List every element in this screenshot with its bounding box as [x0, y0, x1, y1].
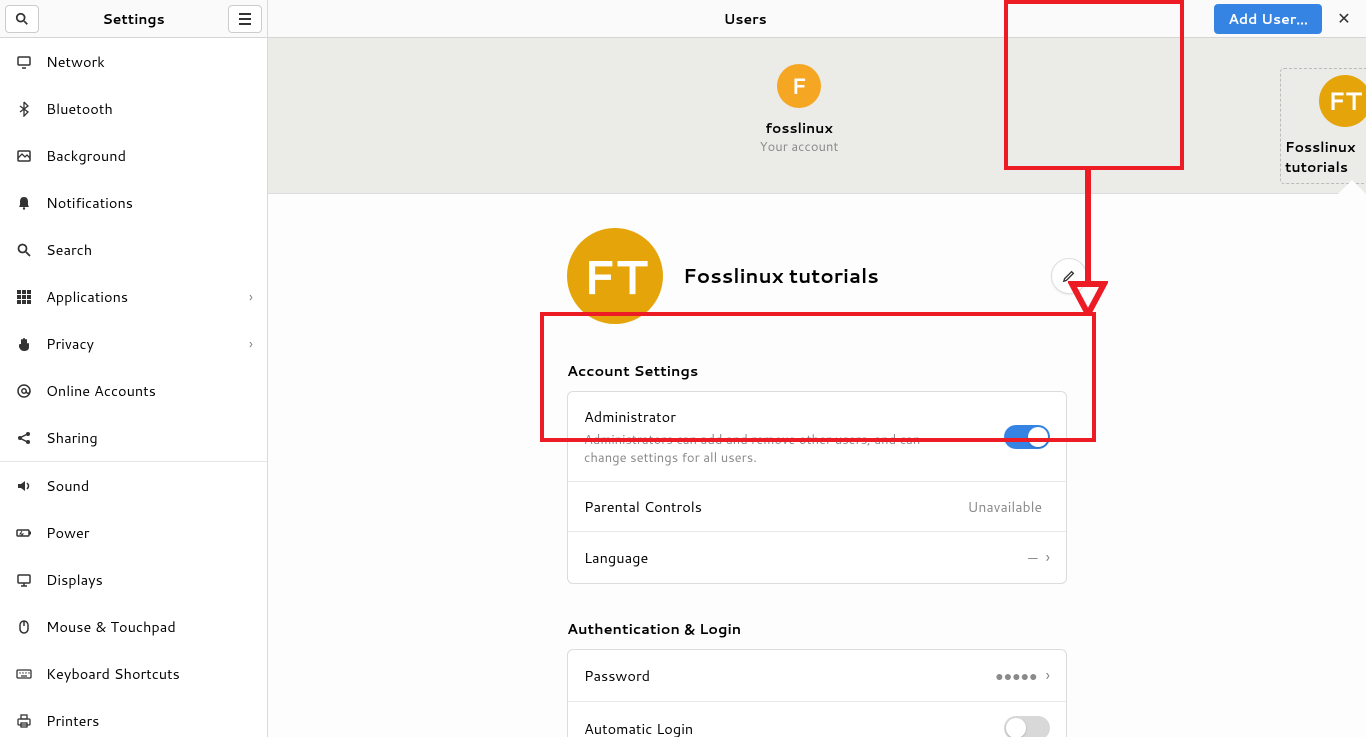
sidebar-item-label: Printers [46, 710, 253, 731]
sidebar-header: Settings [0, 0, 267, 38]
main-panel: Users Add User… ✕ F fosslinux Your accou… [268, 0, 1366, 737]
sidebar-item-privacy[interactable]: Privacy› [0, 320, 267, 367]
close-icon: ✕ [1337, 7, 1350, 30]
sidebar-title: Settings [44, 9, 223, 29]
bluetooth-icon [14, 99, 34, 119]
selection-pointer [1338, 180, 1366, 194]
sidebar-item-label: Privacy [46, 333, 249, 354]
row-title: Language [584, 547, 1028, 568]
sidebar-item-mouse[interactable]: Mouse & Touchpad [0, 603, 267, 650]
sidebar-item-label: Mouse & Touchpad [46, 616, 253, 637]
row-administrator: Administrator Administrators can add and… [568, 392, 1066, 481]
row-title: Automatic Login [584, 718, 1004, 737]
row-password[interactable]: Password ●●●●● › [568, 650, 1066, 701]
user-tile-fosslinux-tutorials[interactable]: FT Fosslinux tutorials [1280, 68, 1366, 184]
sidebar-item-label: Applications [46, 286, 249, 307]
grid-icon [14, 287, 34, 307]
section-heading-account: Account Settings [567, 360, 1067, 381]
sidebar-item-label: Displays [46, 569, 253, 590]
search-button[interactable] [5, 5, 39, 33]
row-parental-controls[interactable]: Parental Controls Unavailable [568, 481, 1066, 531]
monitor-icon [14, 570, 34, 590]
sidebar-item-label: Power [46, 522, 253, 543]
profile-name: Fosslinux tutorials [683, 262, 879, 290]
sidebar: Settings Network Bluetooth Background No… [0, 0, 268, 737]
users-strip: F fosslinux Your account FT Fosslinux tu… [268, 38, 1366, 194]
row-value: ●●●●● [995, 666, 1037, 686]
hamburger-button[interactable] [228, 5, 262, 33]
row-description: Administrators can add and remove other … [584, 431, 964, 467]
row-title: Administrator [584, 406, 1004, 427]
auth-login-card: Password ●●●●● › Automatic Login [567, 649, 1067, 737]
search-icon [15, 12, 29, 26]
mouse-icon [14, 617, 34, 637]
sidebar-item-background[interactable]: Background [0, 132, 267, 179]
sidebar-item-online-accounts[interactable]: Online Accounts [0, 367, 267, 414]
sidebar-item-label: Search [46, 239, 253, 260]
user-tile-name: fosslinux [765, 118, 832, 138]
row-title: Parental Controls [584, 496, 968, 517]
row-automatic-login: Automatic Login [568, 701, 1066, 737]
profile-header: FT Fosslinux tutorials [567, 228, 1067, 324]
row-language[interactable]: Language — › [568, 531, 1066, 583]
administrator-toggle[interactable] [1004, 425, 1050, 449]
chevron-right-icon: › [1046, 664, 1050, 687]
chevron-right-icon: › [249, 286, 253, 307]
edit-profile-button[interactable] [1051, 258, 1087, 294]
page-title: Users [276, 9, 1214, 29]
profile-avatar[interactable]: FT [567, 228, 663, 324]
battery-icon [14, 523, 34, 543]
close-button[interactable]: ✕ [1330, 7, 1358, 30]
sidebar-item-printers[interactable]: Printers [0, 697, 267, 737]
chevron-right-icon: › [1046, 546, 1050, 569]
sidebar-item-label: Notifications [46, 192, 253, 213]
add-user-button[interactable]: Add User… [1214, 4, 1322, 34]
search-icon [14, 240, 34, 260]
content-area: FT Fosslinux tutorials Account Settings … [268, 194, 1366, 737]
sidebar-item-network[interactable]: Network [0, 38, 267, 85]
sidebar-item-label: Bluetooth [46, 98, 253, 119]
sidebar-item-applications[interactable]: Applications› [0, 273, 267, 320]
background-icon [14, 146, 34, 166]
sidebar-item-label: Background [46, 145, 253, 166]
sidebar-item-search[interactable]: Search [0, 226, 267, 273]
avatar: F [777, 64, 821, 108]
sidebar-item-sharing[interactable]: Sharing [0, 414, 267, 461]
automatic-login-toggle[interactable] [1004, 716, 1050, 737]
sidebar-list: Network Bluetooth Background Notificatio… [0, 38, 267, 737]
sidebar-item-label: Sharing [46, 427, 253, 448]
share-icon [14, 428, 34, 448]
avatar: FT [1319, 75, 1366, 127]
main-header: Users Add User… ✕ [268, 0, 1366, 38]
chevron-right-icon: › [249, 333, 253, 354]
section-heading-auth: Authentication & Login [567, 618, 1067, 639]
hamburger-icon [238, 13, 252, 25]
network-icon [14, 52, 34, 72]
sidebar-item-bluetooth[interactable]: Bluetooth [0, 85, 267, 132]
pencil-icon [1062, 269, 1076, 283]
at-icon [14, 381, 34, 401]
user-tile-fosslinux[interactable]: F fosslinux Your account [734, 64, 864, 156]
sidebar-item-notifications[interactable]: Notifications [0, 179, 267, 226]
sidebar-item-keyboard[interactable]: Keyboard Shortcuts [0, 650, 267, 697]
sidebar-item-sound[interactable]: Sound [0, 462, 267, 509]
sidebar-item-displays[interactable]: Displays [0, 556, 267, 603]
sidebar-item-label: Network [46, 51, 253, 72]
speaker-icon [14, 476, 34, 496]
hand-icon [14, 334, 34, 354]
user-tile-sub: Your account [760, 138, 839, 156]
user-tile-name: Fosslinux tutorials [1285, 137, 1366, 177]
bell-icon [14, 193, 34, 213]
sidebar-item-label: Online Accounts [46, 380, 253, 401]
sidebar-item-power[interactable]: Power [0, 509, 267, 556]
printer-icon [14, 711, 34, 731]
row-title: Password [584, 665, 995, 686]
account-settings-card: Administrator Administrators can add and… [567, 391, 1067, 584]
row-value: — [1028, 548, 1037, 568]
sidebar-item-label: Sound [46, 475, 253, 496]
keyboard-icon [14, 664, 34, 684]
row-value: Unavailable [968, 497, 1042, 517]
sidebar-item-label: Keyboard Shortcuts [46, 663, 253, 684]
